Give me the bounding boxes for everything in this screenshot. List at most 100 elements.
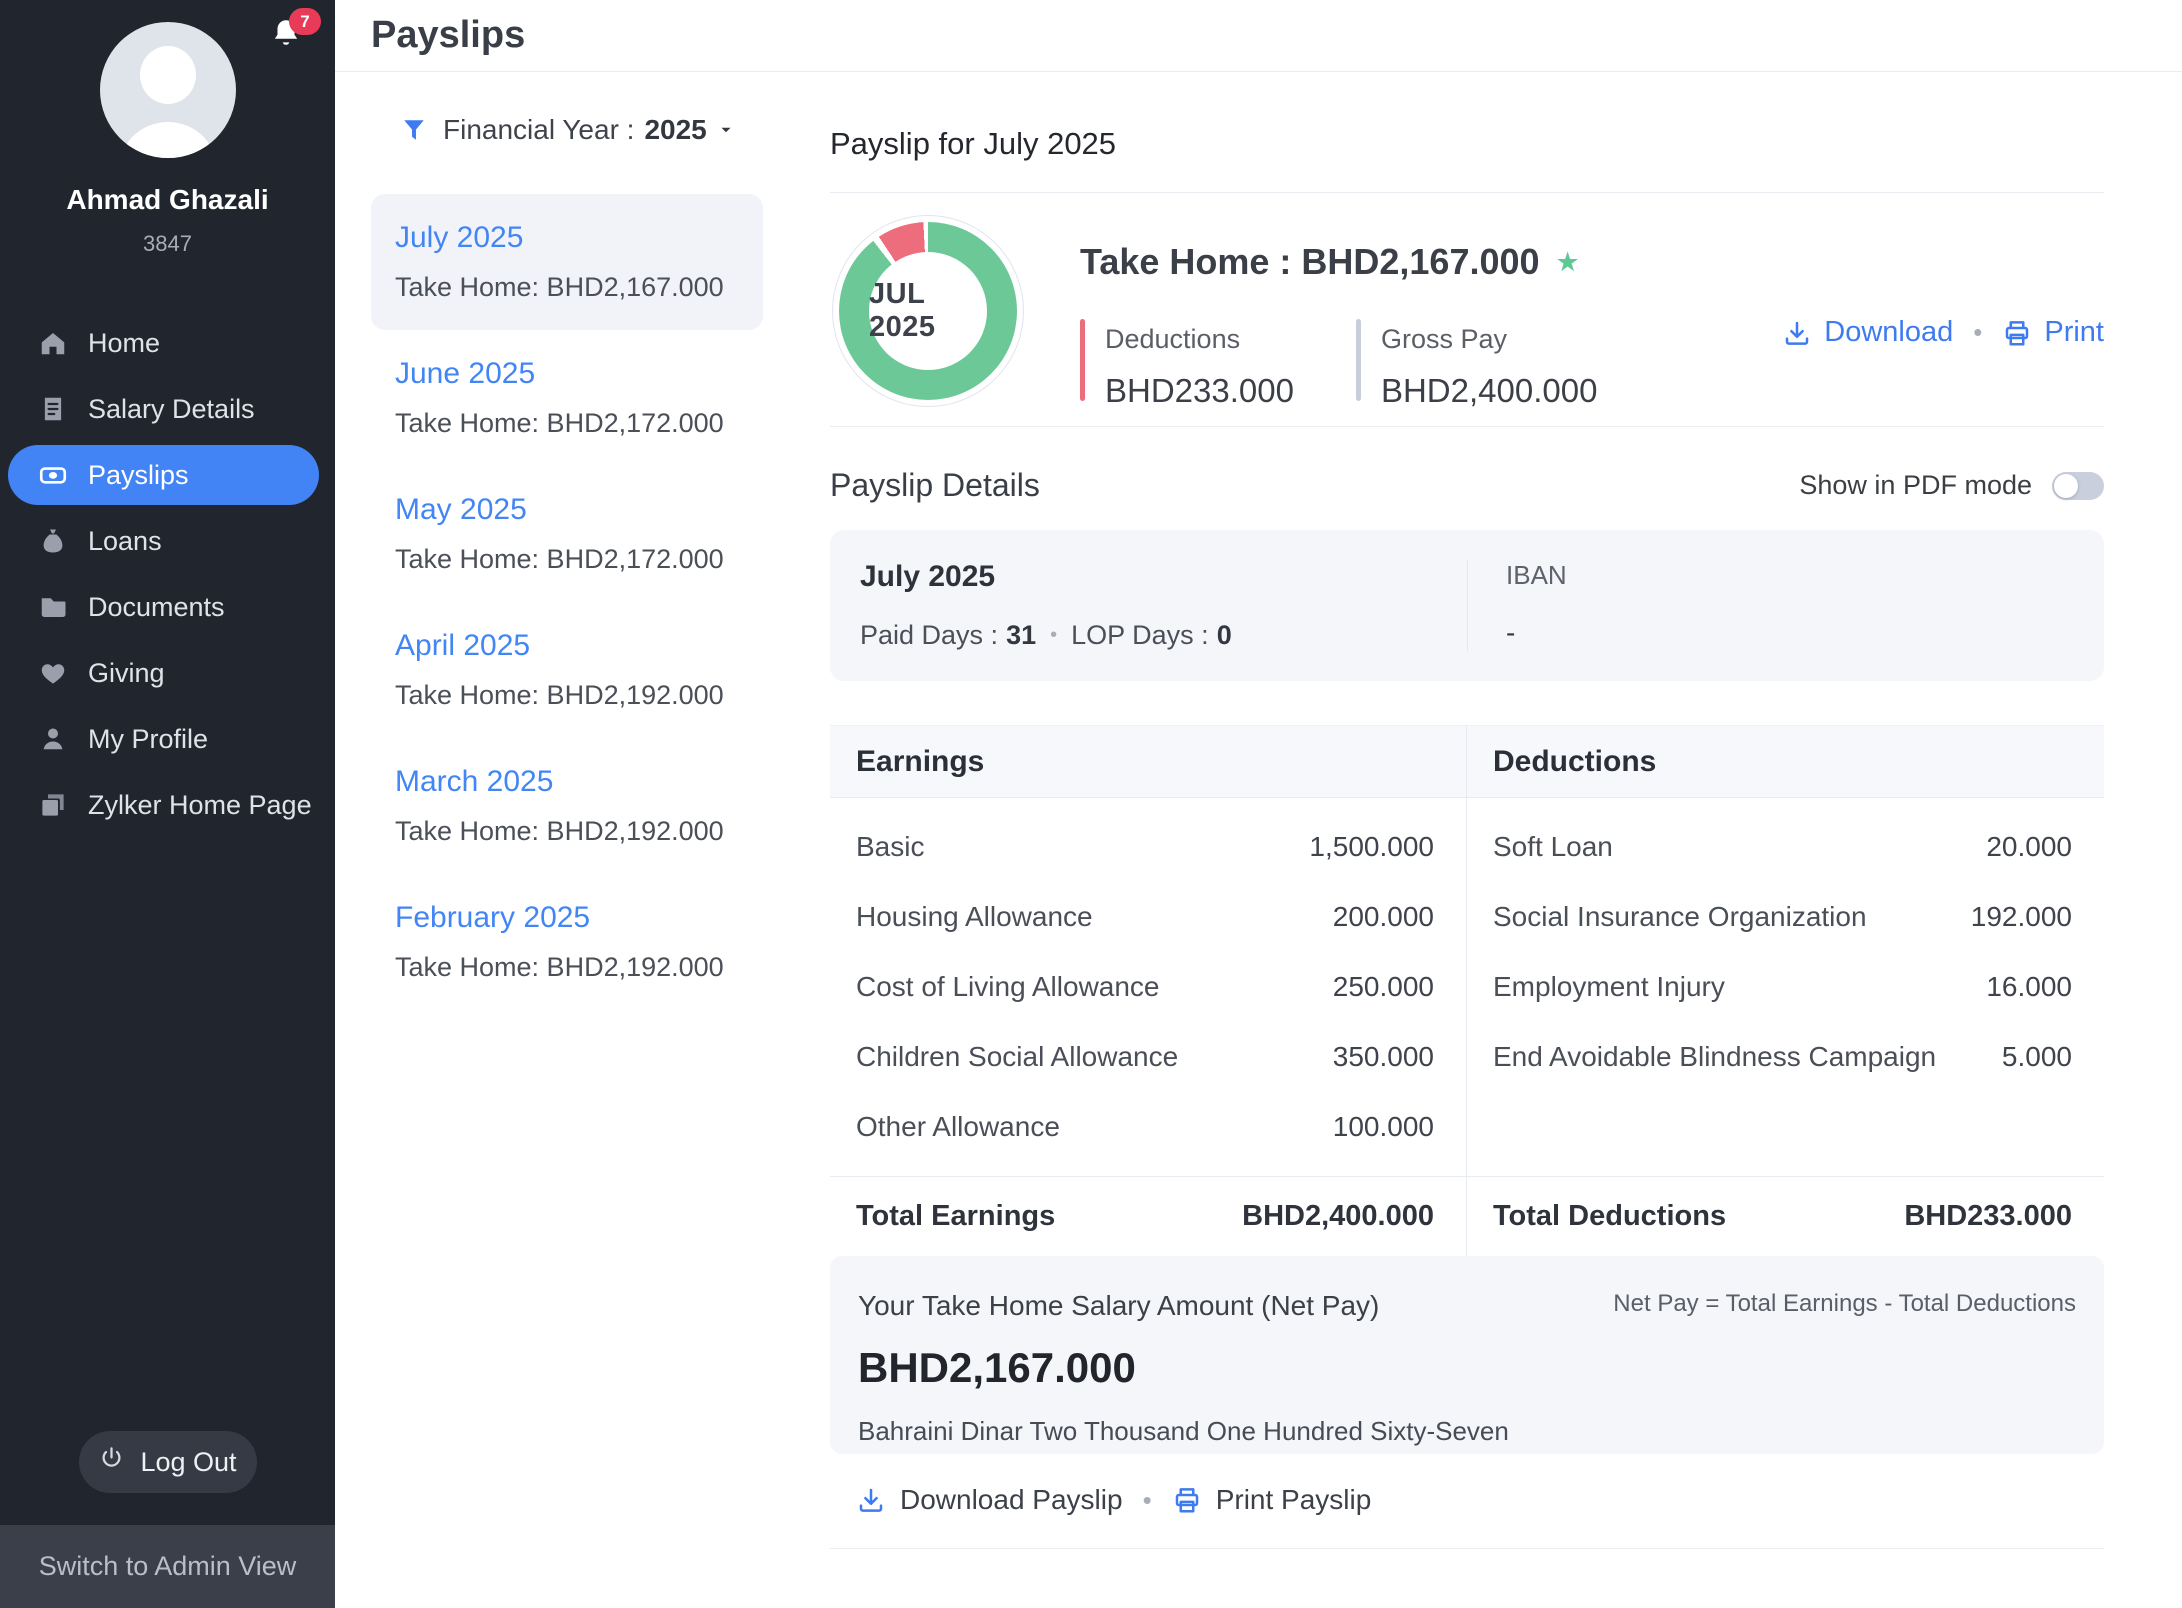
- table-row: Basic1,500.000: [830, 812, 1466, 882]
- sidebar-item-giving[interactable]: Giving: [8, 643, 319, 703]
- download-icon: [1782, 318, 1812, 348]
- dot-separator: •: [1973, 317, 1982, 348]
- total-earnings-value: BHD2,400.000: [1242, 1200, 1434, 1233]
- pdf-mode-label: Show in PDF mode: [1799, 470, 2032, 501]
- sidebar-item-label: Giving: [88, 658, 165, 689]
- gross-pay-value: BHD2,400.000: [1381, 372, 1597, 410]
- folder-icon: [38, 592, 68, 622]
- row-label: Soft Loan: [1493, 831, 1613, 863]
- paid-days-label: Paid Days :: [860, 620, 998, 651]
- sidebar-item-salary-details[interactable]: Salary Details: [8, 379, 319, 439]
- total-earnings-row: Total Earnings BHD2,400.000: [830, 1176, 1466, 1256]
- logout-button[interactable]: Log Out: [79, 1431, 257, 1493]
- payslip-heading: Payslip for July 2025: [830, 126, 2104, 162]
- deductions-color-bar: [1080, 319, 1085, 401]
- month-take-home: Take Home: BHD2,172.000: [395, 408, 739, 439]
- row-value: 350.000: [1333, 1041, 1434, 1073]
- switch-to-admin-view[interactable]: Switch to Admin View: [0, 1525, 335, 1608]
- month-take-home: Take Home: BHD2,167.000: [395, 272, 739, 303]
- month-link[interactable]: March 2025: [395, 765, 553, 799]
- take-home-block: Take Home : BHD2,167.000 ★ Deductions BH…: [1080, 241, 1659, 410]
- notifications-bell[interactable]: 7: [269, 16, 305, 56]
- iban-label: IBAN: [1506, 560, 2104, 591]
- sidebar-item-home[interactable]: Home: [8, 313, 319, 373]
- dot-separator: •: [1143, 1485, 1152, 1516]
- list-item-february-2025[interactable]: February 2025 Take Home: BHD2,192.000: [371, 874, 763, 1010]
- notification-badge: 7: [289, 8, 321, 35]
- list-item-april-2025[interactable]: April 2025 Take Home: BHD2,192.000: [371, 602, 763, 738]
- list-item-july-2025[interactable]: July 2025 Take Home: BHD2,167.000: [371, 194, 763, 330]
- period-title: July 2025: [860, 560, 1467, 594]
- gross-pay-color-bar: [1356, 319, 1361, 401]
- pages-icon: [38, 790, 68, 820]
- download-payslip-label: Download Payslip: [900, 1484, 1123, 1516]
- sidebar-item-payslips[interactable]: Payslips: [8, 445, 319, 505]
- sidebar-item-label: Payslips: [88, 460, 189, 491]
- sidebar-item-zylker-home-page[interactable]: Zylker Home Page: [8, 775, 319, 835]
- month-link[interactable]: February 2025: [395, 901, 590, 935]
- payslip-details-header: Payslip Details Show in PDF mode: [830, 467, 2104, 504]
- dot-separator: •: [1050, 624, 1057, 647]
- sidebar-nav: Home Salary Details Payslips Loans Docum…: [0, 313, 335, 841]
- content: Financial Year : 2025 July 2025 Take Hom…: [335, 72, 2182, 1608]
- deductions-label: Deductions: [1105, 324, 1294, 355]
- month-link[interactable]: June 2025: [395, 357, 535, 391]
- divider: [830, 426, 2104, 427]
- month-link[interactable]: July 2025: [395, 221, 523, 255]
- financial-year-filter[interactable]: Financial Year : 2025: [401, 114, 763, 146]
- avatar[interactable]: [100, 22, 236, 158]
- print-button[interactable]: Print: [2002, 316, 2104, 349]
- divider: [830, 192, 2104, 193]
- list-item-may-2025[interactable]: May 2025 Take Home: BHD2,172.000: [371, 466, 763, 602]
- avatar-shoulders: [118, 122, 218, 158]
- lop-days-label: LOP Days :: [1071, 620, 1209, 651]
- month-take-home: Take Home: BHD2,192.000: [395, 680, 739, 711]
- topbar: Payslips: [335, 0, 2182, 72]
- document-icon: [38, 394, 68, 424]
- list-item-march-2025[interactable]: March 2025 Take Home: BHD2,192.000: [371, 738, 763, 874]
- print-payslip-button[interactable]: Print Payslip: [1172, 1484, 1372, 1516]
- sidebar-item-documents[interactable]: Documents: [8, 577, 319, 637]
- month-take-home: Take Home: BHD2,172.000: [395, 544, 739, 575]
- gross-pay-label: Gross Pay: [1381, 324, 1597, 355]
- net-pay-amount: BHD2,167.000: [858, 1344, 2076, 1392]
- row-label: Cost of Living Allowance: [856, 971, 1160, 1003]
- logout-label: Log Out: [140, 1447, 236, 1478]
- month-list: July 2025 Take Home: BHD2,167.000 June 2…: [371, 194, 763, 1010]
- row-label: Other Allowance: [856, 1111, 1060, 1143]
- net-pay-in-words: Bahraini Dinar Two Thousand One Hundred …: [858, 1416, 2076, 1447]
- payslip-detail-panel: Payslip for July 2025 JUL 2025 Take Home…: [830, 72, 2104, 1608]
- sidebar-item-label: My Profile: [88, 724, 208, 755]
- bell-icon: [269, 37, 303, 54]
- sidebar-item-my-profile[interactable]: My Profile: [8, 709, 319, 769]
- net-pay-band: Your Take Home Salary Amount (Net Pay) N…: [830, 1256, 2104, 1454]
- download-icon: [856, 1485, 886, 1515]
- table-row: Housing Allowance200.000: [830, 882, 1466, 952]
- payslip-summary: JUL 2025 Take Home : BHD2,167.000 ★: [830, 215, 2104, 410]
- user-id: 3847: [0, 231, 335, 257]
- row-label: End Avoidable Blindness Campaign: [1493, 1041, 1936, 1073]
- row-label: Housing Allowance: [856, 901, 1093, 933]
- download-button[interactable]: Download: [1782, 316, 1953, 349]
- sidebar-item-loans[interactable]: Loans: [8, 511, 319, 571]
- row-value: 192.000: [1971, 901, 2072, 933]
- month-link[interactable]: May 2025: [395, 493, 527, 527]
- page-title: Payslips: [371, 14, 525, 57]
- power-icon: [98, 1445, 125, 1479]
- pdf-mode-toggle[interactable]: [2052, 472, 2104, 500]
- list-item-june-2025[interactable]: June 2025 Take Home: BHD2,172.000: [371, 330, 763, 466]
- user-name: Ahmad Ghazali: [0, 184, 335, 216]
- footer-actions: Download Payslip • Print Payslip: [830, 1454, 2104, 1549]
- table-row: Soft Loan20.000: [1467, 812, 2104, 882]
- row-value: 100.000: [1333, 1111, 1434, 1143]
- download-payslip-button[interactable]: Download Payslip: [856, 1484, 1123, 1516]
- deductions-value: BHD233.000: [1105, 372, 1294, 410]
- month-link[interactable]: April 2025: [395, 629, 530, 663]
- sidebar: 7 Ahmad Ghazali 3847 Home Salary Details…: [0, 0, 335, 1608]
- total-deductions-value: BHD233.000: [1904, 1200, 2072, 1233]
- sidebar-item-label: Zylker Home Page: [88, 790, 312, 821]
- total-deductions-label: Total Deductions: [1493, 1200, 1726, 1233]
- table-row: Other Allowance 100.000: [830, 1092, 1466, 1162]
- paid-days-value: 31: [1006, 620, 1036, 651]
- filter-icon: [401, 117, 427, 143]
